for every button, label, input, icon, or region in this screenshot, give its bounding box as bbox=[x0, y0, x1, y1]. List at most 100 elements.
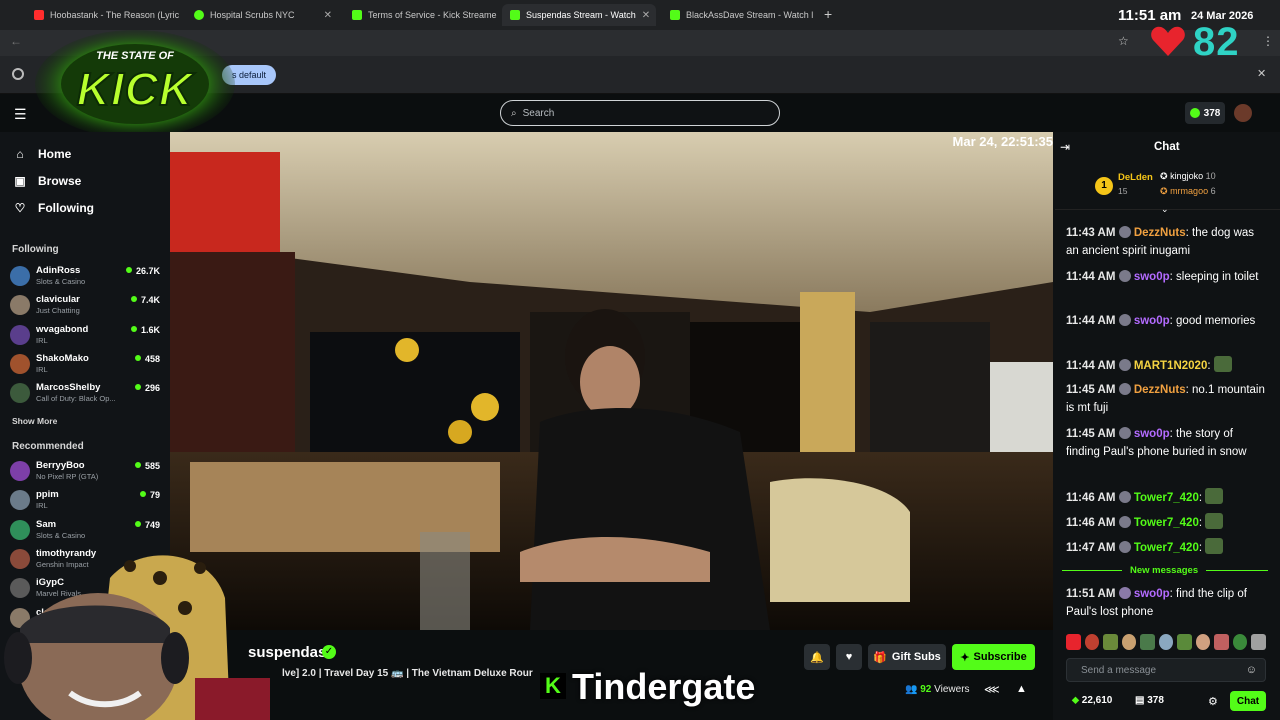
close-icon[interactable]: ✕ bbox=[179, 10, 180, 21]
sidebar-channel[interactable]: clavicular Just Chatting 7.4K bbox=[10, 293, 162, 319]
subscribe-button[interactable]: ✦ Subscribe bbox=[952, 644, 1035, 670]
menu-dots-icon[interactable]: ⋮ bbox=[1262, 34, 1274, 48]
share-icon[interactable]: ⋘ bbox=[984, 683, 1000, 696]
user-badge-icon bbox=[1118, 383, 1131, 395]
nav-browse[interactable]: ▣ Browse bbox=[12, 174, 81, 188]
back-icon[interactable]: ← bbox=[10, 34, 22, 48]
subscribe-label: Subscribe bbox=[973, 651, 1027, 663]
message-username[interactable]: DezzNuts bbox=[1134, 384, 1186, 396]
gift-subs-label: Gift Subs bbox=[891, 651, 941, 663]
emote-icon[interactable] bbox=[1140, 634, 1155, 650]
heart-count: 82 bbox=[1193, 20, 1240, 64]
rank-one-badge: 1 bbox=[1095, 177, 1113, 195]
gift-subs-button[interactable]: 🎁 Gift Subs bbox=[868, 644, 946, 670]
emote-icon[interactable] bbox=[1195, 634, 1211, 650]
message-username[interactable]: Tower7_420 bbox=[1134, 517, 1199, 529]
message-username[interactable]: Tower7_420 bbox=[1134, 492, 1199, 504]
close-icon[interactable]: ✕ bbox=[497, 10, 498, 21]
chat-title: Chat bbox=[1154, 141, 1180, 153]
channel-name: wvagabond bbox=[36, 323, 89, 335]
close-icon[interactable]: ✕ bbox=[636, 10, 650, 21]
message-username[interactable]: swo0p bbox=[1134, 271, 1170, 283]
follow-heart-icon[interactable]: ♥ bbox=[836, 644, 862, 670]
logo-top-text: THE STATE OF bbox=[96, 50, 174, 62]
show-more-link[interactable]: Show More bbox=[12, 416, 57, 426]
points-display[interactable]: ⬥ 22,610 bbox=[1072, 695, 1112, 706]
verified-icon: ✓ bbox=[322, 645, 336, 659]
points-icon: ⬥ bbox=[1072, 695, 1079, 706]
sidebar-channel[interactable]: AdinRoss Slots & Casino 26.7K bbox=[10, 264, 162, 290]
logo-main-text: KICK bbox=[76, 62, 194, 116]
emote-icon bbox=[1205, 513, 1224, 529]
sidebar-channel[interactable]: ppim IRL 79 bbox=[10, 488, 162, 514]
report-icon[interactable]: ▲ bbox=[1016, 683, 1027, 695]
emote-icon[interactable] bbox=[1103, 634, 1118, 650]
expand-icon[interactable]: ⌄ bbox=[1161, 204, 1169, 215]
star-icon: ✦ bbox=[960, 651, 970, 664]
browse-icon: ▣ bbox=[14, 174, 26, 188]
emote-icon[interactable] bbox=[1158, 634, 1174, 650]
leader-name: kingjoko bbox=[1170, 171, 1204, 181]
star-icon[interactable]: ☆ bbox=[1118, 34, 1129, 48]
close-icon[interactable]: ✕ bbox=[318, 10, 332, 21]
channel-category: Call of Duty: Black Op... bbox=[36, 394, 116, 404]
nav-home[interactable]: ⌂ Home bbox=[12, 147, 71, 161]
browser-tab-active[interactable]: Suspendas Stream - Watch ✕ bbox=[502, 4, 656, 26]
heart-outline-icon: ♡ bbox=[14, 201, 26, 215]
collapse-chat-icon[interactable]: ⇥ bbox=[1060, 140, 1070, 154]
nav-following[interactable]: ♡ Following bbox=[12, 201, 94, 215]
close-icon[interactable]: ✕ bbox=[813, 10, 816, 21]
sidebar-channel[interactable]: MarcosShelby Call of Duty: Black Op... 296 bbox=[10, 381, 162, 407]
sidebar-channel[interactable]: ShakoMako IRL 458 bbox=[10, 352, 162, 378]
kick-logo-icon: K bbox=[540, 673, 566, 699]
message-time: 11:45 AM bbox=[1066, 428, 1116, 440]
emote-icon[interactable] bbox=[1177, 634, 1192, 650]
message-username[interactable]: MART1N2020 bbox=[1134, 360, 1208, 372]
emoji-icon[interactable]: ☺ bbox=[1246, 664, 1257, 676]
message-username[interactable]: swo0p bbox=[1134, 428, 1170, 440]
leader-item[interactable]: ✪ kingjoko 10 bbox=[1160, 171, 1216, 182]
emote-icon[interactable] bbox=[1121, 634, 1137, 650]
send-chat-button[interactable]: Chat bbox=[1230, 691, 1266, 711]
browser-tab[interactable]: BlackAssDave Stream - Watch l✕ bbox=[662, 4, 816, 26]
message-username[interactable]: DezzNuts bbox=[1134, 227, 1186, 239]
kick-icon bbox=[352, 10, 362, 20]
hamburger-menu-icon[interactable]: ☰ bbox=[14, 106, 27, 123]
kick-points-icon bbox=[1189, 108, 1200, 118]
browser-tab[interactable]: Hospital Scrubs NYC ✕ bbox=[186, 4, 340, 26]
avatar[interactable] bbox=[1234, 104, 1252, 122]
browser-tab[interactable]: Terms of Service - Kick Streame✕ bbox=[344, 4, 498, 26]
sidebar-channel[interactable]: wvagabond IRL 1.6K bbox=[10, 323, 162, 349]
video-player[interactable]: Mar 24, 22:51:35 bbox=[170, 132, 1053, 630]
medal-icon: ✪ bbox=[1160, 171, 1168, 181]
leader-item[interactable]: ✪ mrmagoo 6 bbox=[1160, 186, 1216, 197]
points-badge[interactable]: 378 bbox=[1185, 102, 1225, 124]
close-icon[interactable]: ✕ bbox=[1257, 67, 1266, 80]
tab-title: BlackAssDave Stream - Watch l bbox=[686, 10, 814, 20]
sidebar-channel[interactable]: BerryyBoo No Pixel RP (GTA) 585 bbox=[10, 459, 162, 485]
chat-message: 11:46 AM Tower7_420: bbox=[1066, 488, 1266, 507]
emote-icon[interactable] bbox=[1214, 634, 1229, 650]
settings-gear-icon[interactable]: ⚙ bbox=[1208, 695, 1218, 708]
message-username[interactable]: Tower7_420 bbox=[1134, 542, 1199, 554]
message-username[interactable]: swo0p bbox=[1134, 315, 1170, 327]
chat-count-value: 378 bbox=[1147, 695, 1164, 706]
chat-input[interactable]: Send a message ☺ bbox=[1066, 658, 1266, 682]
message-username[interactable]: swo0p bbox=[1134, 588, 1170, 600]
search-input[interactable]: ⌕ Search bbox=[500, 100, 780, 126]
sidebar-channel[interactable]: Sam Slots & Casino 749 bbox=[10, 518, 162, 544]
emote-icon[interactable] bbox=[1084, 634, 1100, 650]
new-tab-icon[interactable]: + bbox=[824, 6, 832, 22]
caption-text: Tindergate bbox=[572, 666, 756, 707]
message-time: 11:43 AM bbox=[1066, 227, 1116, 239]
message-time: 11:46 AM bbox=[1066, 492, 1116, 504]
notification-bell-icon[interactable]: 🔔 bbox=[804, 644, 830, 670]
browser-tab[interactable]: Hoobastank - The Reason (Lyric✕ bbox=[26, 4, 180, 26]
emote-icon[interactable] bbox=[1066, 634, 1081, 650]
emote-icon[interactable] bbox=[1232, 634, 1248, 650]
leader-name[interactable]: DeLden bbox=[1118, 172, 1153, 183]
chat-count-display[interactable]: ▤ 378 bbox=[1135, 695, 1164, 706]
leader-count: 15 bbox=[1118, 186, 1128, 196]
emote-icon[interactable] bbox=[1251, 634, 1267, 650]
tab-title: Hoobastank - The Reason (Lyric bbox=[50, 10, 180, 20]
